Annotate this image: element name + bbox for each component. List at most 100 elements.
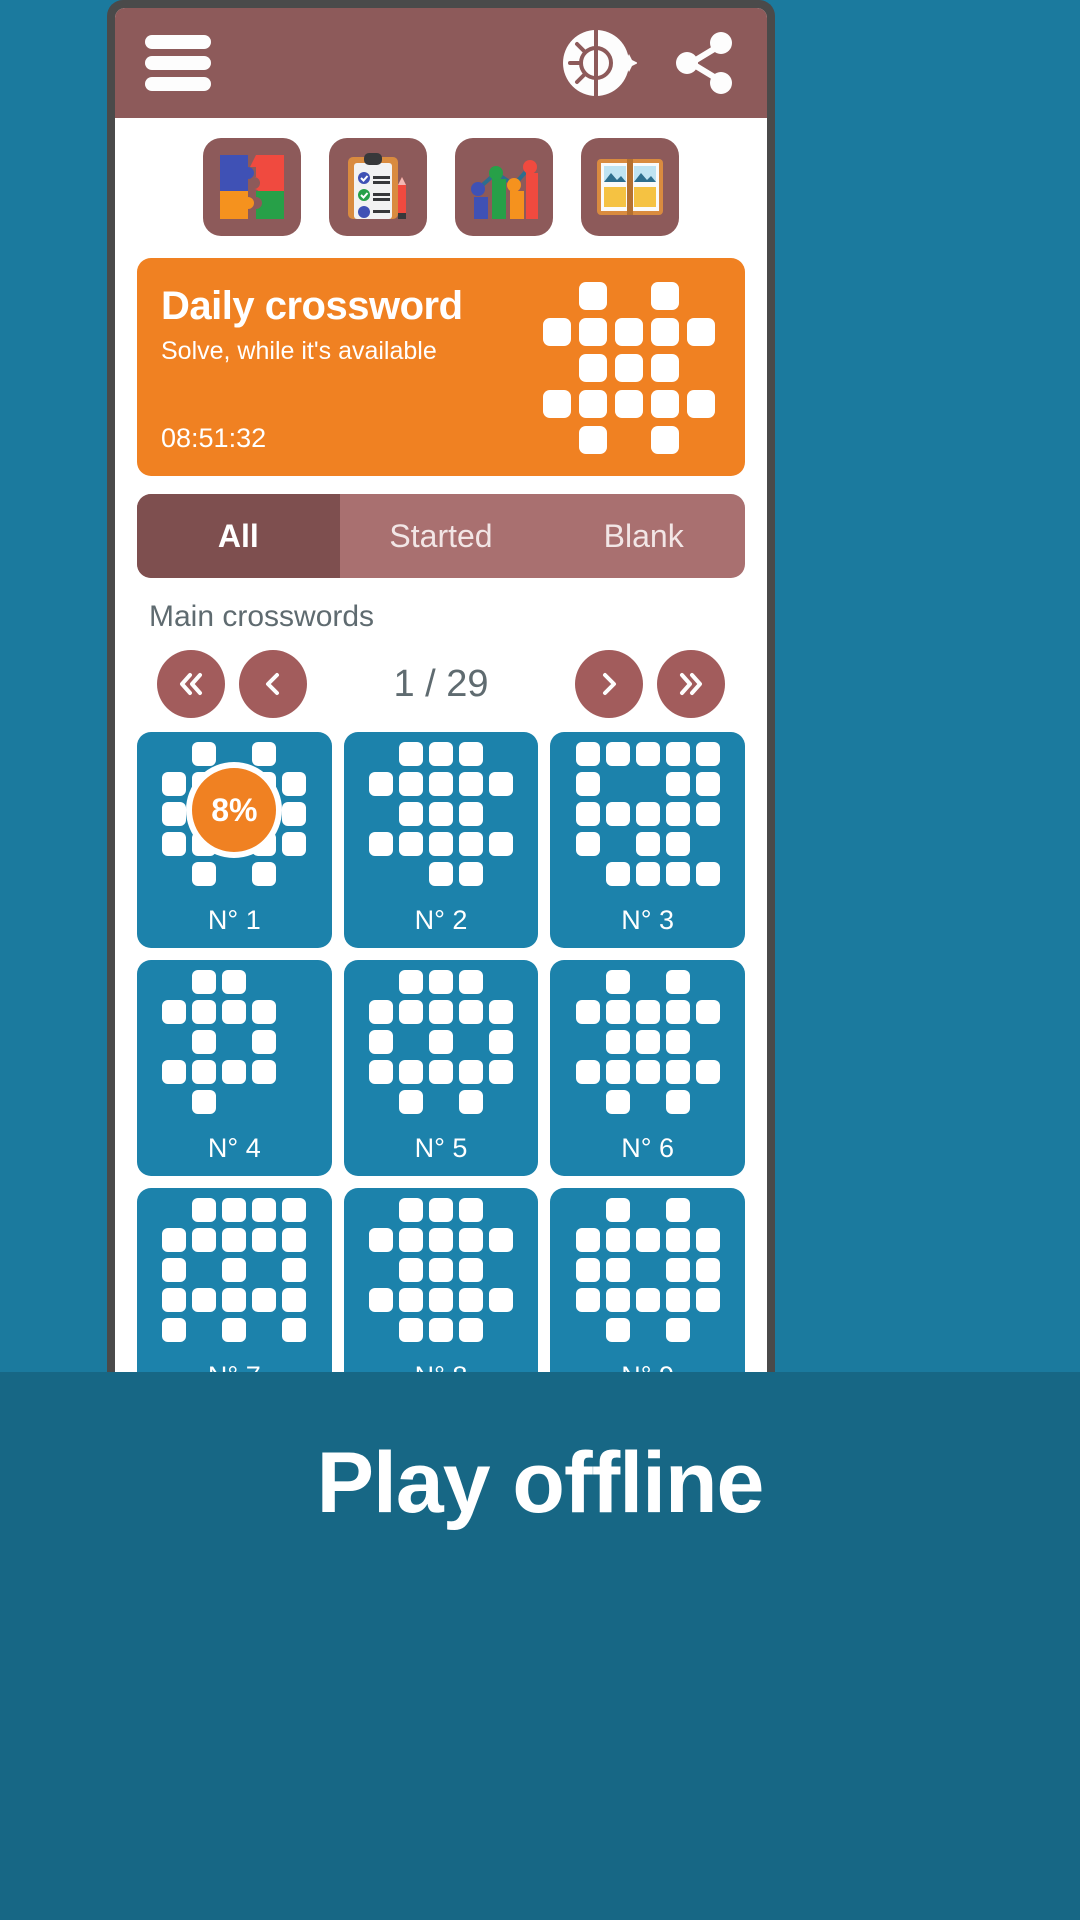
crossword-cell: [615, 390, 643, 418]
crossword-cell: [579, 282, 607, 310]
category-tile-puzzle[interactable]: [203, 138, 301, 236]
crossword-cell: [398, 1000, 423, 1024]
crossword-cell: [651, 318, 679, 346]
crossword-cell: [695, 1288, 720, 1312]
crossword-cell: [458, 862, 483, 886]
crossword-cell: [162, 1258, 187, 1282]
crossword-cell: [398, 1060, 423, 1084]
crossword-cell: [428, 832, 453, 856]
hamburger-bar: [145, 35, 211, 49]
crossword-cell: [695, 1060, 720, 1084]
crossword-cell: [192, 1228, 217, 1252]
next-page-button[interactable]: [575, 650, 643, 718]
hamburger-menu-icon[interactable]: [145, 35, 211, 91]
crossword-cell: [665, 1000, 690, 1024]
crossword-cell: [162, 772, 187, 796]
tab-blank[interactable]: Blank: [542, 494, 745, 578]
crossword-cell: [665, 1258, 690, 1282]
crossword-cell: [651, 354, 679, 382]
hamburger-bar: [145, 56, 211, 70]
share-icon[interactable]: [667, 26, 741, 100]
crossword-cell: [282, 1228, 307, 1252]
page-indicator: 1 / 29: [393, 662, 489, 705]
crossword-cell: [575, 802, 600, 826]
crossword-cell: [282, 1198, 307, 1222]
open-book-icon: [597, 159, 663, 215]
crossword-card[interactable]: N° 5: [343, 960, 539, 1176]
crossword-cell: [282, 832, 307, 856]
crossword-cell: [605, 1090, 630, 1114]
crossword-cell: [605, 802, 630, 826]
prev-page-button[interactable]: [239, 650, 307, 718]
phone-frame: Daily crossword Solve, while it's availa…: [107, 0, 775, 1372]
crossword-cell: [458, 1228, 483, 1252]
crossword-cell: [695, 1000, 720, 1024]
category-tile-clipboard[interactable]: [329, 138, 427, 236]
crossword-cell: [635, 1030, 660, 1054]
crossword-cell: [428, 802, 453, 826]
crossword-cell: [458, 1288, 483, 1312]
crossword-cell: [428, 742, 453, 766]
sun-moon-theme-icon[interactable]: [559, 24, 637, 102]
crossword-card[interactable]: N° 8: [343, 1188, 539, 1372]
crossword-grid: 8% N° 1 N° 2 N° 3 N° 4 N° 5 N° 6 N° 7 N° 8 N° 9: [115, 732, 767, 1372]
crossword-cell: [252, 742, 277, 766]
crossword-cell: [575, 742, 600, 766]
daily-crossword-banner[interactable]: Daily crossword Solve, while it's availa…: [137, 258, 745, 476]
phone-screen: Daily crossword Solve, while it's availa…: [115, 8, 767, 1372]
crossword-card[interactable]: N° 3: [550, 732, 745, 948]
crossword-cell: [605, 1000, 630, 1024]
crossword-card[interactable]: N° 2: [343, 732, 539, 948]
category-tile-book[interactable]: [581, 138, 679, 236]
crossword-card[interactable]: 8% N° 1: [137, 732, 332, 948]
crossword-cell: [222, 1000, 247, 1024]
crossword-cell: [458, 1000, 483, 1024]
crossword-cell: [635, 802, 660, 826]
tab-all[interactable]: All: [137, 494, 340, 578]
last-page-button[interactable]: [657, 650, 725, 718]
crossword-cell: [192, 1198, 217, 1222]
crossword-cell: [428, 1318, 453, 1342]
crossword-cell: [252, 862, 277, 886]
category-tile-statistics[interactable]: [455, 138, 553, 236]
tab-started[interactable]: Started: [340, 494, 543, 578]
crossword-cell: [605, 1030, 630, 1054]
category-row: [115, 118, 767, 250]
crossword-cell: [252, 1000, 277, 1024]
crossword-label: N° 9: [550, 1361, 745, 1372]
crossword-label: N° 6: [621, 1133, 675, 1163]
crossword-cell: [695, 742, 720, 766]
crossword-cell: [543, 318, 571, 346]
crossword-cell: [605, 862, 630, 886]
crossword-cell: [398, 1090, 423, 1114]
crossword-cell: [368, 772, 393, 796]
crossword-cell: [458, 742, 483, 766]
crossword-cell: [488, 1228, 513, 1252]
crossword-cell: [192, 1090, 217, 1114]
crossword-card[interactable]: N° 7: [137, 1188, 332, 1372]
crossword-thumbnail: [550, 1198, 745, 1358]
crossword-cell: [665, 742, 690, 766]
crossword-cell: [605, 742, 630, 766]
tab-all-label: All: [217, 517, 259, 554]
section-title: Main crosswords: [149, 600, 375, 633]
crossword-cell: [665, 1198, 690, 1222]
crossword-card[interactable]: N° 9: [550, 1188, 745, 1372]
crossword-card[interactable]: N° 4: [137, 960, 332, 1176]
hamburger-bar: [145, 77, 211, 91]
crossword-cell: [458, 1318, 483, 1342]
crossword-cell: [368, 1000, 393, 1024]
crossword-cell: [398, 772, 423, 796]
crossword-cell: [579, 426, 607, 454]
crossword-cell: [695, 1228, 720, 1252]
crossword-cell: [458, 832, 483, 856]
crossword-label: N° 1: [207, 905, 261, 935]
crossword-cell: [162, 1288, 187, 1312]
app-bar: [115, 8, 767, 118]
crossword-cell: [162, 1318, 187, 1342]
first-page-button[interactable]: [157, 650, 225, 718]
crossword-thumbnail: [137, 970, 332, 1130]
crossword-card[interactable]: N° 6: [550, 960, 745, 1176]
crossword-cell: [579, 354, 607, 382]
crossword-cell: [398, 1318, 423, 1342]
